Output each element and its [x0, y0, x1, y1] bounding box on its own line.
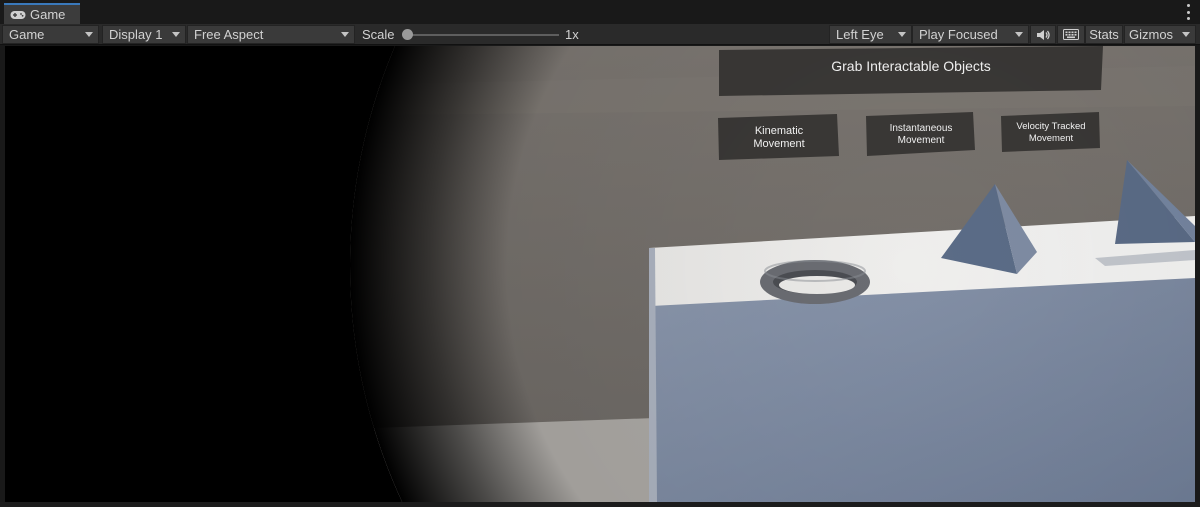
scale-slider-handle[interactable] [402, 29, 413, 40]
sign-label-line2: Movement [753, 138, 805, 150]
aspect-value: Free Aspect [194, 27, 264, 42]
gamepad-icon [10, 10, 26, 20]
sign-label-line2: Movement [897, 135, 945, 146]
keyboard-icon [1063, 28, 1079, 43]
chevron-down-icon [898, 32, 906, 37]
sign-label-kinematic: Kinematic Movement [719, 125, 839, 151]
tab-game[interactable]: Game [4, 3, 80, 24]
view-mode-value: Game [9, 27, 45, 42]
eye-dropdown[interactable]: Left Eye [829, 25, 912, 44]
display-dropdown[interactable]: Display 1 [102, 25, 186, 44]
chevron-down-icon [1015, 32, 1023, 37]
scale-slider-track[interactable] [404, 34, 559, 36]
speaker-icon [1036, 29, 1050, 44]
scale-label: Scale [362, 27, 395, 42]
chevron-down-icon [85, 32, 93, 37]
play-mode-dropdown[interactable]: Play Focused [912, 25, 1029, 44]
tab-label: Game [30, 7, 66, 22]
stats-button[interactable]: Stats [1085, 25, 1123, 44]
chevron-down-icon [172, 32, 180, 37]
tab-bar: Game [0, 0, 1200, 25]
scale-value: 1x [565, 27, 579, 42]
chevron-down-icon [1182, 32, 1190, 37]
more-options-icon[interactable] [1186, 4, 1190, 20]
sign-label-line1: Velocity Tracked [1016, 121, 1086, 132]
game-view-toolbar: Game Display 1 Free Aspect Scale 1x Left… [0, 24, 1200, 45]
mute-audio-button[interactable] [1030, 25, 1056, 44]
gizmos-label: Gizmos [1129, 27, 1174, 42]
scene-render [350, 46, 1195, 502]
sign-label-line2: Movement [1028, 133, 1074, 144]
aspect-dropdown[interactable]: Free Aspect [187, 25, 355, 44]
sign-label-velocity-tracked: Velocity Tracked Movement [1001, 121, 1101, 145]
panel-bottom-border [0, 502, 1200, 507]
title-sign-label: Grab Interactable Objects [831, 58, 991, 74]
game-viewport[interactable]: Grab Interactable Objects Kinematic Move… [5, 46, 1195, 502]
shortcuts-button[interactable] [1057, 25, 1085, 44]
chevron-down-icon [341, 32, 349, 37]
play-mode-value: Play Focused [919, 27, 998, 42]
view-mode-dropdown[interactable]: Game [2, 25, 99, 44]
sign-label-instantaneous: Instantaneous Movement [867, 123, 975, 147]
sign-label-line1: Instantaneous [889, 123, 953, 134]
sign-label-line1: Kinematic [754, 125, 804, 137]
gizmos-dropdown[interactable]: Gizmos [1124, 25, 1196, 44]
eye-value: Left Eye [836, 27, 884, 42]
display-value: Display 1 [109, 27, 163, 42]
stats-label: Stats [1089, 27, 1119, 42]
